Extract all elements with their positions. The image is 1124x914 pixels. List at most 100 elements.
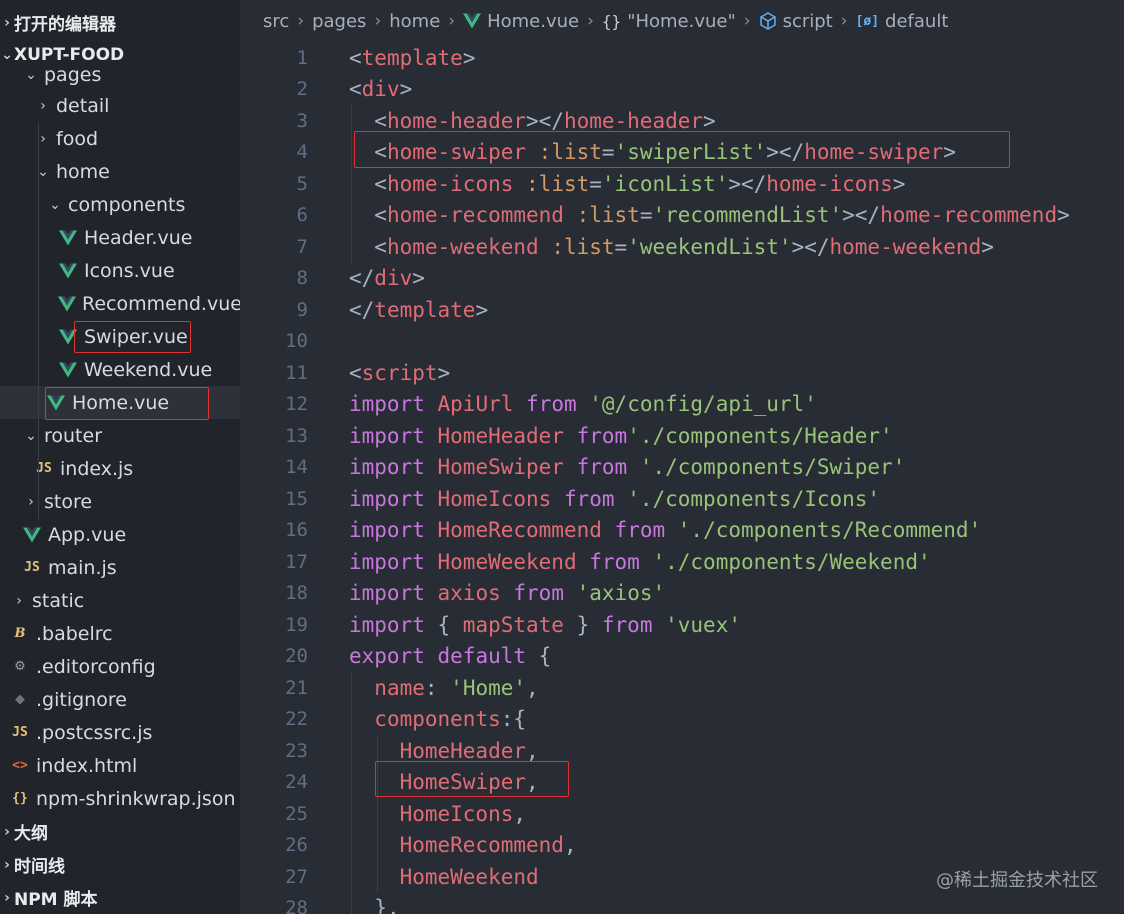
folder-item[interactable]: › static <box>0 584 240 617</box>
code-line: 9 </template> <box>240 294 1124 326</box>
file-item[interactable]: {} npm-shrinkwrap.json <box>0 782 240 815</box>
tree-item-label: static <box>32 589 85 612</box>
vue-file-icon <box>58 230 78 246</box>
folder-item[interactable]: › detail <box>0 89 240 122</box>
file-item[interactable]: JS main.js <box>0 551 240 584</box>
chevron-right-icon: › <box>4 889 10 906</box>
file-item[interactable]: Weekend.vue <box>0 353 240 386</box>
code-token: axios <box>437 581 501 606</box>
html-file-icon: <> <box>12 758 28 773</box>
breadcrumb-item-pages[interactable]: pages <box>312 11 366 32</box>
file-item[interactable]: JS index.js <box>0 452 240 485</box>
file-item[interactable]: Home.vue <box>0 386 240 419</box>
code-token: </ <box>349 297 375 322</box>
js-file-icon: JS <box>12 725 28 740</box>
chevron-down-icon: ⌄ <box>49 196 61 213</box>
code-token: default <box>437 644 527 669</box>
json-file-icon: {} <box>12 791 28 806</box>
chevron-right-icon: › <box>743 11 751 31</box>
line-number: 19 <box>285 613 308 636</box>
code-line: 11 <script> <box>240 357 1124 389</box>
code-line: 19 import { mapState } from 'vuex' <box>240 609 1124 641</box>
breadcrumb: src › pages › home › Home.vue › {} "Home… <box>240 0 1124 42</box>
code-token: './components/Weekend' <box>652 549 931 574</box>
npm-scripts-header[interactable]: › NPM 脚本 <box>0 881 240 914</box>
breadcrumb-item-default[interactable]: default <box>885 11 948 32</box>
code-token: > <box>437 360 451 385</box>
code-token: : <box>424 675 451 700</box>
file-item[interactable]: ⚙ .editorconfig <box>0 650 240 683</box>
code-token: ></ <box>526 108 564 133</box>
code-token: ></ <box>842 203 881 228</box>
folder-item[interactable]: ⌄ router <box>0 419 240 452</box>
code-token: ApiUrl <box>437 392 514 417</box>
tree-item-label: food <box>56 127 98 150</box>
code-text: import HomeIcons from './components/Icon… <box>349 487 880 511</box>
code-token: import <box>349 581 425 606</box>
npm-scripts-label: NPM 脚本 <box>14 890 98 910</box>
tree-item-label: Icons.vue <box>84 259 175 282</box>
vue-file-icon <box>22 527 42 543</box>
line-number: 22 <box>285 708 308 731</box>
file-item[interactable]: ◆ .gitignore <box>0 683 240 716</box>
code-editor[interactable]: 1 <template> 2 <div> 3 <home-header></home-h… <box>240 42 1124 914</box>
breadcrumb-item-module[interactable]: "Home.vue" <box>627 11 736 32</box>
breadcrumb-item-src[interactable]: src <box>263 11 289 32</box>
chevron-right-icon: › <box>4 856 10 873</box>
code-text: <home-swiper :list='swiperList'></home-s… <box>349 140 956 164</box>
js-file-icon: JS <box>36 461 52 476</box>
code-token: 'iconList' <box>601 171 729 196</box>
line-number: 2 <box>296 78 308 101</box>
timeline-header[interactable]: › 时间线 <box>0 848 240 881</box>
tree-item-label: components <box>68 193 186 216</box>
folder-item[interactable]: ⌄ pages <box>0 58 240 91</box>
code-token: = <box>589 171 602 196</box>
code-text: import HomeWeekend from './components/We… <box>349 550 931 574</box>
tree-item-label: home <box>56 160 110 183</box>
code-token: HomeWeekend <box>399 864 539 889</box>
tree-item-label: main.js <box>48 556 117 579</box>
code-text: HomeSwiper, <box>349 770 539 794</box>
folder-item[interactable]: › store <box>0 485 240 518</box>
file-item[interactable]: App.vue <box>0 518 240 551</box>
tree-item-label: Weekend.vue <box>84 358 213 381</box>
file-item[interactable]: Header.vue <box>0 221 240 254</box>
breadcrumb-item-script[interactable]: script <box>783 11 833 32</box>
code-token: import <box>349 518 425 543</box>
line-number: 16 <box>285 519 308 542</box>
file-item[interactable]: JS .postcssrc.js <box>0 716 240 749</box>
chevron-right-icon: › <box>297 11 305 31</box>
folder-item[interactable]: ⌄ home <box>0 155 240 188</box>
vue-file-icon <box>58 263 78 279</box>
code-token: :list <box>526 171 590 196</box>
code-line: 22 components:{ <box>240 704 1124 736</box>
folder-item[interactable]: ⌄ components <box>0 188 240 221</box>
code-token: 'recommendList' <box>652 203 843 228</box>
line-number: 3 <box>296 109 308 132</box>
code-line: 15 import HomeIcons from './components/Ic… <box>240 483 1124 515</box>
breadcrumb-item-file[interactable]: Home.vue <box>487 11 579 32</box>
code-token: , <box>526 738 539 763</box>
code-text: HomeRecommend, <box>349 833 577 857</box>
line-number: 25 <box>285 802 308 825</box>
file-item[interactable]: B .babelrc <box>0 617 240 650</box>
file-item[interactable]: <> index.html <box>0 749 240 782</box>
braces-icon: {} <box>601 11 622 31</box>
file-item[interactable]: Icons.vue <box>0 254 240 287</box>
code-text: <div> <box>349 77 412 101</box>
file-item[interactable]: Recommend.vue <box>0 287 240 320</box>
code-token: > <box>703 108 716 133</box>
folder-item[interactable]: › food <box>0 122 240 155</box>
file-item[interactable]: Swiper.vue <box>0 320 240 353</box>
code-token: import <box>349 549 425 574</box>
code-token: < <box>349 360 362 385</box>
breadcrumb-item-home[interactable]: home <box>389 11 440 32</box>
code-text: </template> <box>349 298 488 322</box>
code-text: import { mapState } from 'vuex' <box>349 613 741 637</box>
outline-header[interactable]: › 大纲 <box>0 815 240 848</box>
